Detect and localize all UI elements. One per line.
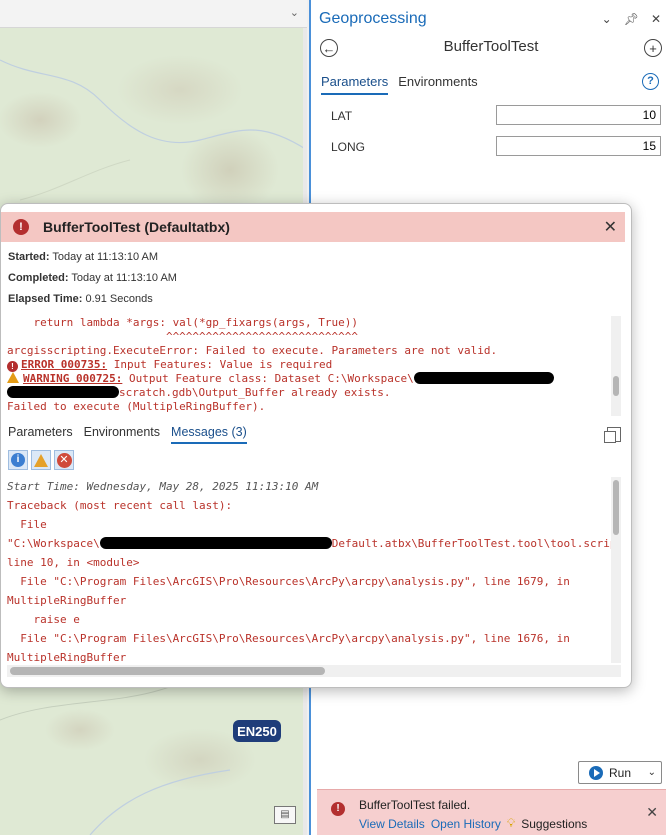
elapsed-row: Elapsed Time: 0.91 Seconds: [8, 293, 153, 305]
message-line: raise e: [7, 613, 80, 626]
redaction: [7, 386, 119, 398]
copy-icon[interactable]: [604, 427, 621, 443]
completed-row: Completed: Today at 11:13:10 AM: [8, 272, 177, 284]
message-text: Default.atbx\BufferToolTest.tool\tool.sc…: [331, 537, 621, 550]
warning-filter-button[interactable]: [31, 450, 51, 470]
chevron-down-icon[interactable]: ⌄: [648, 767, 656, 778]
close-icon[interactable]: ✕: [646, 804, 658, 821]
message-line: File: [7, 518, 47, 531]
table-icon[interactable]: ▤: [274, 806, 296, 824]
popup-tabs: Parameters Environments Messages (3): [8, 425, 247, 444]
error-line: return lambda *args: val(*gp_fixargs(arg…: [7, 316, 358, 329]
error-icon: !: [13, 219, 29, 235]
messages-output[interactable]: Start Time: Wednesday, May 28, 2025 11:1…: [7, 477, 621, 663]
started-label: Started:: [8, 251, 50, 263]
lightbulb-icon: 💡︎: [506, 816, 516, 830]
pin-icon[interactable]: 📌︎: [624, 12, 639, 26]
error-line: Failed to execute (MultipleRingBuffer).: [7, 400, 266, 413]
long-input[interactable]: [496, 136, 661, 156]
message-line: MultipleRingBuffer: [7, 651, 127, 663]
failure-message: BufferToolTest failed.: [359, 798, 471, 812]
message-line: line 10, in <module>: [7, 556, 140, 569]
warning-icon: [7, 372, 19, 383]
error-icon: !: [7, 361, 18, 372]
suggestions-link[interactable]: Suggestions: [521, 817, 587, 831]
help-icon[interactable]: ?: [642, 73, 659, 90]
message-text: "C:\Workspace\: [7, 537, 100, 550]
message-filters: i ✕: [8, 450, 74, 470]
open-history-link[interactable]: Open History: [431, 817, 501, 831]
started-row: Started: Today at 11:13:10 AM: [8, 251, 158, 263]
redaction: [413, 372, 554, 384]
param-label-long: LONG: [331, 140, 366, 154]
scrollbar-thumb[interactable]: [613, 376, 619, 396]
message-line: File "C:\Program Files\ArcGIS\Pro\Resour…: [7, 575, 570, 588]
error-text: scratch.gdb\Output_Buffer already exists…: [119, 386, 391, 399]
message-line: MultipleRingBuffer: [7, 594, 127, 607]
completed-label: Completed:: [8, 272, 69, 284]
error-text: Input Features: Value is required: [107, 358, 333, 371]
tab-environments[interactable]: Environments: [398, 74, 477, 95]
info-filter-button[interactable]: i: [8, 450, 28, 470]
failure-notification: ! BufferToolTest failed. View Details Op…: [317, 789, 666, 835]
error-filter-button[interactable]: ✕: [54, 450, 74, 470]
elapsed-label: Elapsed Time:: [8, 293, 83, 305]
tab-parameters[interactable]: Parameters: [8, 425, 73, 444]
close-icon[interactable]: ✕: [651, 12, 661, 26]
redaction: [99, 537, 332, 549]
param-label-lat: LAT: [331, 109, 353, 123]
pane-title: Geoprocessing: [319, 10, 427, 27]
run-label: Run: [609, 765, 632, 780]
error-line: WARNING 000725: Output Feature class: Da…: [7, 372, 621, 386]
run-button[interactable]: Run ⌄: [578, 761, 662, 784]
pane-controls: ⌄ 📌︎ ✕: [602, 12, 661, 26]
warning-code-link[interactable]: WARNING 000725:: [23, 372, 122, 385]
tab-parameters[interactable]: Parameters: [321, 74, 389, 95]
error-line: arcgisscripting.ExecuteError: Failed to …: [7, 344, 498, 357]
scrollbar-thumb[interactable]: [613, 480, 619, 535]
error-line: ! ERROR 000735: Input Features: Value is …: [7, 358, 621, 372]
error-scrollbar[interactable]: [611, 316, 621, 416]
tool-details-popup: ! BufferToolTest (Defaultatbx) ✕ Started…: [0, 203, 632, 688]
lat-input[interactable]: [496, 105, 661, 125]
error-code-link[interactable]: ERROR 000735:: [21, 358, 107, 371]
tool-title: BufferToolTest: [443, 38, 539, 55]
tab-messages[interactable]: Messages (3): [171, 425, 247, 444]
elapsed-value: 0.91 Seconds: [85, 293, 153, 305]
warning-icon: [34, 453, 48, 467]
completed-value: Today at 11:13:10 AM: [71, 272, 177, 284]
error-line: ^^^^^^^^^^^^^^^^^^^^^^^^^^^^^: [7, 330, 358, 343]
info-icon: i: [11, 453, 25, 467]
messages-horizontal-scrollbar[interactable]: [7, 665, 621, 677]
error-icon: ✕: [56, 452, 72, 468]
message-line: Start Time: Wednesday, May 28, 2025 11:1…: [7, 480, 319, 493]
error-output[interactable]: return lambda *args: val(*gp_fixargs(arg…: [7, 316, 621, 416]
popup-header: ! BufferToolTest (Defaultatbx) ✕: [1, 212, 625, 242]
tool-tabs: Parameters Environments: [321, 74, 478, 95]
view-details-link[interactable]: View Details: [359, 817, 425, 831]
play-icon: [589, 765, 603, 780]
add-icon[interactable]: +: [644, 39, 662, 57]
message-line: "C:\Workspace\ Default.atbx\BufferToolTes…: [7, 534, 621, 553]
chevron-down-icon[interactable]: ⌄: [602, 12, 612, 26]
scrollbar-thumb[interactable]: [10, 667, 325, 675]
error-line: scratch.gdb\Output_Buffer already exists…: [7, 386, 621, 400]
message-line: File "C:\Program Files\ArcGIS\Pro\Resour…: [7, 632, 570, 645]
messages-scrollbar[interactable]: [611, 477, 621, 663]
warning-text: Output Feature class: Dataset C:\Workspa…: [122, 372, 414, 385]
started-value: Today at 11:13:10 AM: [52, 251, 159, 263]
tab-environments[interactable]: Environments: [84, 425, 160, 444]
failure-links: View Details Open History 💡︎ Suggestions: [359, 816, 587, 831]
popup-title: BufferToolTest (Defaultatbx): [43, 219, 230, 235]
road-badge: EN250: [233, 720, 281, 742]
error-icon: !: [331, 802, 345, 816]
close-icon[interactable]: ✕: [604, 217, 617, 237]
message-line: Traceback (most recent call last):: [7, 499, 233, 512]
